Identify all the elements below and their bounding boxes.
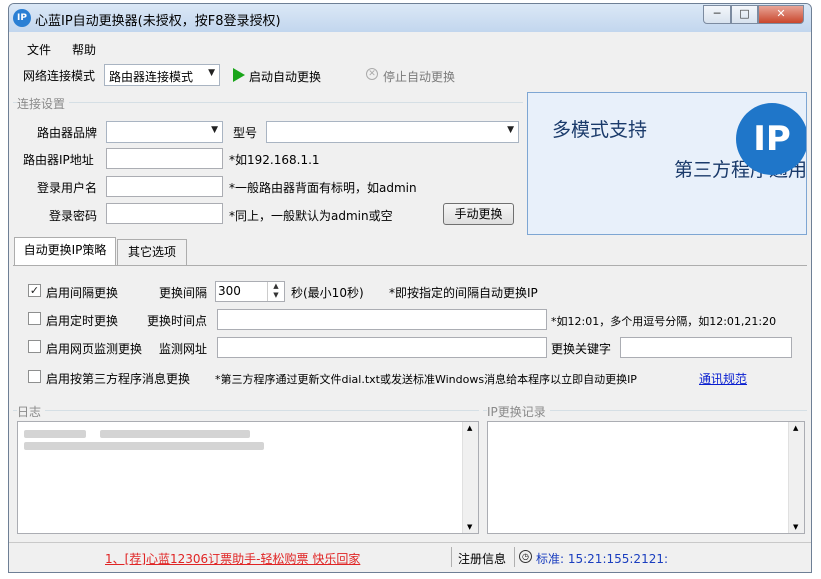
protocol-link[interactable]: 通讯规范 (699, 370, 747, 387)
mode-select-value: 路由器连接模式 (109, 70, 194, 84)
stop-icon: ✕ (366, 68, 378, 80)
menu-file[interactable]: 文件 (27, 41, 51, 58)
web-field-label: 监测网址 (159, 342, 208, 356)
brand-select[interactable]: ▼ (106, 121, 223, 143)
banner-heading: 多模式支持 (552, 119, 648, 141)
window-title: 心蓝IP自动更换器(未授权，按F8登录授权) (35, 14, 281, 29)
web-enable-label: 启用网页监测更换 (46, 342, 143, 356)
brand-label: 路由器品牌 (37, 126, 98, 140)
timed-input[interactable] (217, 309, 547, 330)
chevron-down-icon: ▼ (507, 125, 514, 135)
timed-hint: *如12:01，多个用逗号分隔，如12:01,21:20 (551, 315, 777, 328)
register-info-button[interactable]: 注册信息 (458, 550, 506, 567)
interval-field-label: 更换间隔 (159, 286, 208, 300)
ip-history-list[interactable]: ▲ ▼ (487, 421, 805, 534)
mode-select[interactable]: 路由器连接模式 ▼ (104, 64, 220, 86)
menu-bar: 文件 帮助 (9, 37, 811, 59)
third-party-checkbox[interactable] (28, 370, 41, 383)
manual-change-button[interactable]: 手动更换 (443, 203, 514, 225)
password-label: 登录密码 (49, 209, 98, 223)
interval-enable-label: 启用间隔更换 (46, 286, 119, 300)
username-label: 登录用户名 (37, 181, 98, 195)
interval-checkbox[interactable]: ✓ (28, 284, 41, 297)
log-title: 日志 (17, 403, 46, 420)
web-url-input[interactable] (217, 337, 547, 358)
start-auto-button[interactable]: 启动自动更换 (231, 66, 341, 84)
mode-label: 网络连接模式 (23, 69, 96, 83)
interval-spinner[interactable]: 300 ▲ ▼ (215, 281, 285, 302)
scroll-down-icon[interactable]: ▼ (467, 523, 472, 531)
model-select[interactable]: ▼ (266, 121, 519, 143)
keyword-input[interactable] (620, 337, 792, 358)
status-separator (451, 547, 452, 567)
stop-auto-button[interactable]: ✕ 停止自动更换 (364, 66, 474, 84)
scroll-up-icon[interactable]: ▲ (467, 424, 472, 432)
ip-history-title: IP更换记录 (487, 403, 550, 420)
timed-checkbox[interactable] (28, 312, 41, 325)
password-input[interactable] (106, 203, 223, 224)
timed-enable-label: 启用定时更换 (46, 314, 119, 328)
router-ip-label: 路由器IP地址 (23, 153, 94, 167)
interval-unit: 秒(最小10秒) (291, 286, 364, 300)
maximize-button[interactable]: □ (731, 5, 758, 24)
check-icon: ✓ (29, 284, 40, 297)
router-ip-input[interactable] (106, 148, 223, 169)
log-line (24, 430, 86, 438)
start-auto-label: 启动自动更换 (249, 70, 322, 84)
title-bar[interactable]: IP 心蓝IP自动更换器(未授权，按F8登录授权) ─ □ ✕ (9, 4, 811, 32)
scroll-down-icon[interactable]: ▼ (793, 523, 798, 531)
third-party-enable-label: 启用按第三方程序消息更换 (46, 372, 191, 386)
scroll-up-icon[interactable]: ▲ (793, 424, 798, 432)
spinner-arrows-icon[interactable]: ▲ ▼ (267, 282, 284, 301)
tab-other-options[interactable]: 其它选项 (117, 239, 187, 266)
interval-hint: *即按指定的间隔自动更换IP (389, 286, 538, 300)
ip-logo-icon: IP (736, 103, 806, 175)
password-hint: *同上，一般默认为admin或空 (229, 209, 393, 223)
status-bar: 1、[荐]心蓝12306订票助手-轻松购票 快乐回家 注册信息 ◷ 标准: 15… (9, 542, 811, 572)
web-checkbox[interactable] (28, 340, 41, 353)
log-scrollbar[interactable]: ▲ ▼ (462, 422, 478, 533)
toolbar: 网络连接模式 路由器连接模式 ▼ 启动自动更换 ✕ 停止自动更换 (9, 61, 811, 89)
stop-auto-label: 停止自动更换 (383, 70, 456, 84)
router-ip-hint: *如192.168.1.1 (229, 153, 320, 167)
connection-group-title: 连接设置 (17, 95, 70, 112)
app-window: IP 心蓝IP自动更换器(未授权，按F8登录授权) ─ □ ✕ 文件 帮助 网络… (8, 3, 812, 573)
log-line (24, 442, 264, 450)
keyword-label: 更换关键字 (551, 342, 612, 356)
promo-banner[interactable]: 多模式支持 第三方程序通用 IP (527, 92, 807, 235)
close-button[interactable]: ✕ (758, 5, 804, 24)
ad-link[interactable]: 1、[荐]心蓝12306订票助手-轻松购票 快乐回家 (105, 550, 360, 567)
history-scrollbar[interactable]: ▲ ▼ (788, 422, 804, 533)
log-line (100, 430, 250, 438)
log-textarea[interactable]: ▲ ▼ (17, 421, 479, 534)
status-separator (514, 547, 515, 567)
menu-help[interactable]: 帮助 (72, 41, 96, 58)
chevron-down-icon: ▼ (208, 68, 215, 78)
app-logo-icon: IP (13, 9, 31, 27)
third-party-hint: *第三方程序通过更新文件dial.txt或发送标准Windows消息给本程序以立… (215, 373, 637, 386)
log-divider (13, 410, 479, 411)
play-icon (233, 68, 245, 82)
model-label: 型号 (233, 126, 258, 140)
username-input[interactable] (106, 176, 223, 197)
group-divider (13, 102, 523, 103)
chevron-down-icon: ▼ (211, 125, 218, 135)
clock-icon: ◷ (519, 550, 532, 563)
minimize-button[interactable]: ─ (703, 5, 731, 24)
status-time: 标准: 15:21:155:2121: (536, 552, 669, 566)
tab-auto-strategy[interactable]: 自动更换IP策略 (14, 237, 116, 266)
interval-value: 300 (218, 284, 241, 298)
timed-field-label: 更换时间点 (147, 314, 208, 328)
username-hint: *一般路由器背面有标明，如admin (229, 181, 417, 195)
